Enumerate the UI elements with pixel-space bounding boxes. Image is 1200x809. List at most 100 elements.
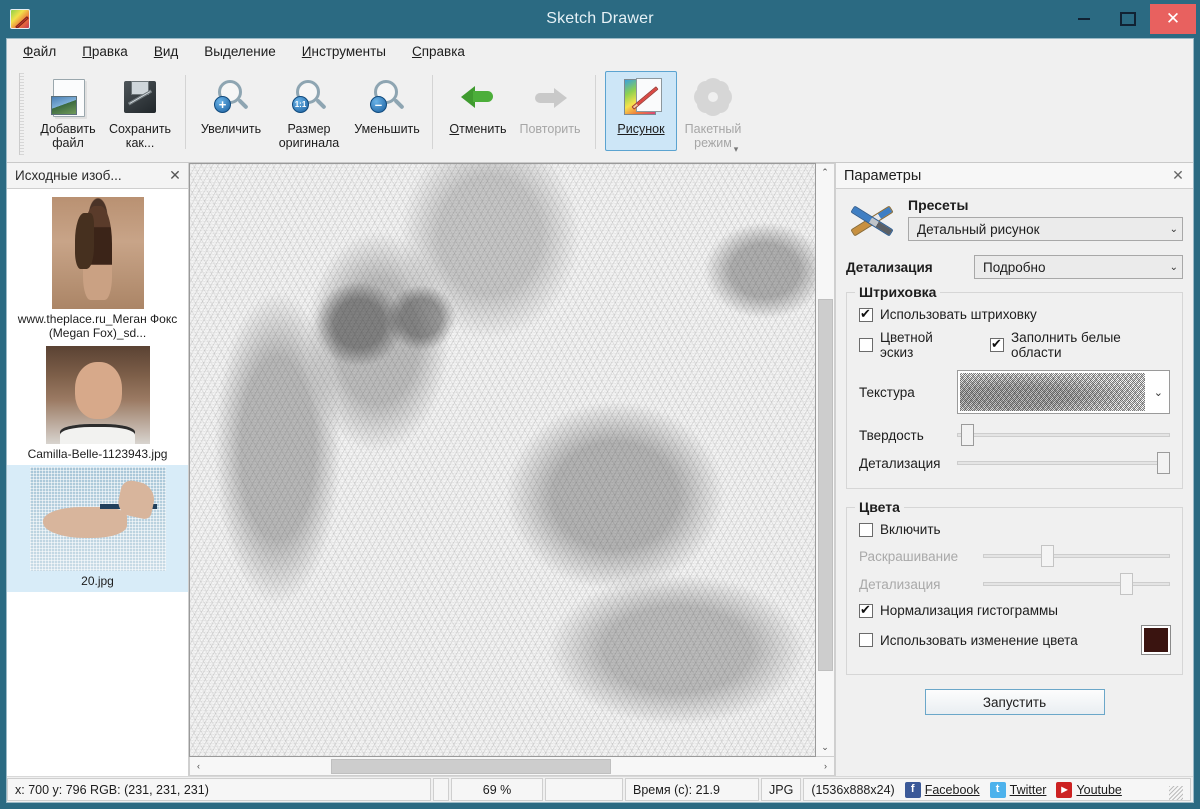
texture-preview-image	[960, 373, 1145, 411]
status-coordinates: x: 700 y: 796 RGB: (231, 231, 231)	[7, 778, 431, 801]
menu-tools[interactable]: Инструменты	[300, 42, 388, 61]
close-button[interactable]: ✕	[1150, 4, 1196, 34]
horizontal-scroll-thumb[interactable]	[331, 759, 611, 774]
detail-row: Детализация Подробно ⌄	[846, 255, 1183, 279]
save-as-button[interactable]: Сохранить как...	[104, 71, 176, 151]
toolbar-grip[interactable]	[19, 73, 24, 155]
brush-pencil-icon	[846, 197, 900, 247]
menu-tools-rest: нструменты	[312, 44, 386, 59]
list-item[interactable]: Camilla-Belle-1123943.jpg	[7, 344, 188, 465]
undo-button[interactable]: Отменить	[442, 71, 514, 151]
drawing-button[interactable]: Рисунок	[605, 71, 677, 151]
source-images-close-icon[interactable]: ✕	[166, 167, 184, 185]
zoom-in-icon: +	[210, 76, 252, 118]
scroll-left-icon[interactable]: ‹	[190, 758, 207, 775]
menu-file[interactable]: Файл	[21, 42, 58, 61]
application-window: Sketch Drawer ✕ Файл Правка Вид Выделени…	[0, 0, 1200, 809]
colors-detail-slider	[983, 573, 1170, 595]
color-change-checkbox[interactable]	[859, 633, 873, 647]
use-hatching-checkbox[interactable]	[859, 308, 873, 322]
colorize-label: Раскрашивание	[859, 549, 983, 564]
main-body: Исходные изоб... ✕ www.theplace.ru_Меган…	[7, 163, 1193, 776]
batch-gear-icon	[692, 76, 734, 118]
color-swatch[interactable]	[1142, 626, 1170, 654]
canvas-area: ⌃ ⌄ ‹ ›	[189, 163, 835, 776]
toolbar-separator-1	[185, 75, 186, 149]
fill-white-checkbox[interactable]	[990, 338, 1004, 352]
vertical-scroll-thumb[interactable]	[818, 299, 833, 671]
toolbar-group-file: Добавить файл Сохранить как...	[32, 71, 176, 151]
texture-dropdown[interactable]: ⌄	[957, 370, 1170, 414]
hardness-knob[interactable]	[961, 424, 974, 446]
vertical-scrollbar[interactable]: ⌃ ⌄	[816, 163, 835, 757]
run-button-wrap: Запустить	[846, 675, 1183, 725]
menu-view[interactable]: Вид	[152, 42, 180, 61]
thumbnail-image	[30, 467, 166, 571]
youtube-link[interactable]: ▶ Youtube	[1056, 782, 1121, 798]
hatch-detail-knob[interactable]	[1157, 452, 1170, 474]
toolbar-overflow-chevron-icon[interactable]: ▾	[729, 144, 743, 156]
menu-help[interactable]: Справка	[410, 42, 467, 61]
hatch-detail-label: Детализация	[859, 456, 957, 471]
toolbar: Добавить файл Сохранить как...	[7, 65, 1193, 163]
redo-label: Повторить	[519, 122, 580, 136]
resize-grip[interactable]	[1169, 786, 1183, 800]
histogram-row: Нормализация гистограммы	[859, 603, 1170, 618]
zoom-original-label-2: оригинала	[279, 136, 340, 150]
source-images-title: Исходные изоб...	[15, 168, 122, 183]
zoom-original-badge: 1:1	[292, 96, 309, 113]
twitter-link[interactable]: t Twitter	[990, 782, 1047, 798]
hardness-track	[957, 433, 1170, 437]
detail-dropdown[interactable]: Подробно ⌄	[974, 255, 1183, 279]
add-file-button[interactable]: Добавить файл	[32, 71, 104, 151]
list-item[interactable]: 20.jpg	[7, 465, 188, 592]
youtube-icon: ▶	[1056, 782, 1072, 798]
zoom-out-button[interactable]: – Уменьшить	[351, 71, 423, 151]
drawing-label: Рисунок	[617, 122, 664, 136]
list-item[interactable]: www.theplace.ru_Меган Фокс (Megan Fox)_s…	[7, 195, 188, 344]
run-button[interactable]: Запустить	[925, 689, 1105, 715]
minimize-button[interactable]	[1062, 4, 1106, 34]
zoom-in-button[interactable]: + Увеличить	[195, 71, 267, 151]
youtube-label: Youtube	[1076, 783, 1121, 797]
hatch-detail-slider[interactable]	[957, 452, 1170, 474]
colors-legend: Цвета	[855, 499, 904, 515]
facebook-label: Facebook	[925, 783, 980, 797]
zoom-original-button[interactable]: 1:1 Размер оригинала	[267, 71, 351, 151]
facebook-icon: f	[905, 782, 921, 798]
facebook-link[interactable]: f Facebook	[905, 782, 980, 798]
color-sketch-checkbox[interactable]	[859, 338, 873, 352]
save-as-label-2: как...	[126, 136, 155, 150]
menu-selection[interactable]: Выделение	[202, 42, 278, 61]
hatch-detail-row: Детализация	[859, 452, 1170, 474]
horizontal-scrollbar[interactable]: ‹ ›	[189, 757, 835, 776]
texture-label: Текстура	[859, 385, 957, 400]
window-controls: ✕	[1062, 0, 1200, 38]
colors-enable-checkbox[interactable]	[859, 523, 873, 537]
sketch-preview-image	[190, 164, 815, 756]
colorize-track	[983, 554, 1170, 558]
maximize-button[interactable]	[1106, 4, 1150, 34]
scroll-down-icon[interactable]: ⌄	[817, 739, 834, 756]
scroll-right-icon[interactable]: ›	[817, 758, 834, 775]
detail-value: Подробно	[983, 260, 1046, 275]
menu-bar: Файл Правка Вид Выделение Инструменты Сп…	[7, 39, 1193, 65]
zoom-in-badge: +	[214, 96, 231, 113]
parameters-close-icon[interactable]: ✕	[1169, 167, 1187, 184]
status-file-format: JPG	[761, 778, 801, 801]
histogram-checkbox[interactable]	[859, 604, 873, 618]
presets-dropdown[interactable]: Детальный рисунок ⌄	[908, 217, 1183, 241]
colors-detail-label: Детализация	[859, 577, 983, 592]
app-logo-icon	[10, 9, 30, 29]
hardness-slider[interactable]	[957, 424, 1170, 446]
thumbnail-list: www.theplace.ru_Меган Фокс (Megan Fox)_s…	[7, 189, 188, 776]
canvas-with-vscroll: ⌃ ⌄	[189, 163, 835, 757]
chevron-down-icon: ⌄	[1154, 386, 1163, 399]
menu-edit-rest: равка	[92, 44, 128, 59]
status-zoom-level: 69 %	[451, 778, 543, 801]
menu-edit[interactable]: Правка	[80, 42, 130, 61]
add-file-label-1: Добавить	[40, 122, 95, 136]
scroll-up-icon[interactable]: ⌃	[817, 164, 834, 181]
histogram-label: Нормализация гистограммы	[880, 603, 1058, 618]
image-canvas[interactable]	[189, 163, 816, 757]
